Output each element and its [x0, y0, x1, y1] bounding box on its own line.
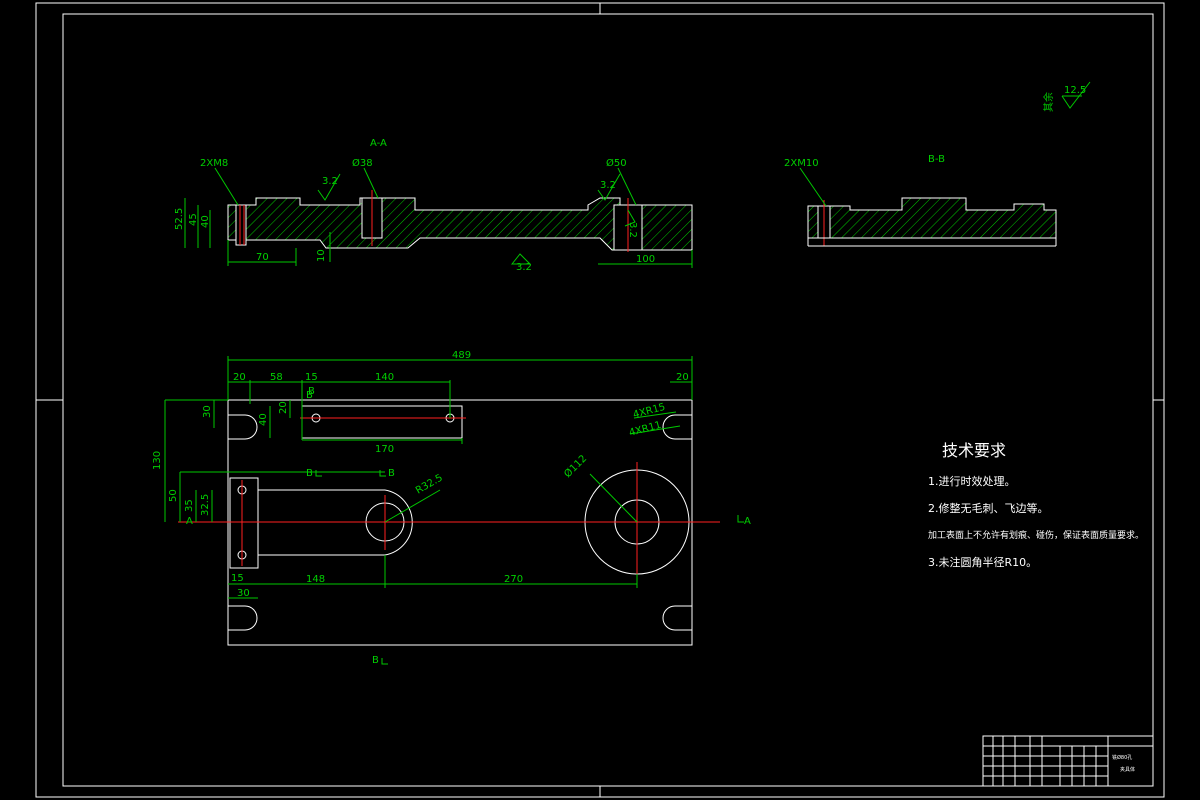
roughness-1: 3.2: [322, 176, 338, 187]
label-r32-5: R32.5: [414, 472, 445, 496]
roughness-3: 3.2: [516, 262, 532, 273]
dim-20-right: 20: [676, 372, 689, 383]
dim-70: 70: [256, 252, 269, 263]
dim-148: 148: [306, 574, 325, 585]
section-mark-b4: B: [308, 386, 315, 397]
plan-view: 489 20 58 15 140 20 30 40 20 170 130 50 …: [152, 350, 751, 666]
tech-req-item-2: 2.修整无毛刺、飞边等。: [928, 501, 1049, 515]
dim-15-bottom: 15: [231, 573, 244, 584]
section-view-aa: A-A 2XM8 Ø38 Ø50 3.2 3.2 3.2 3.2 52.5 45…: [174, 138, 693, 273]
label-4xr15: 4XR15: [632, 402, 667, 421]
dim-30-bottom: 30: [237, 588, 250, 599]
tech-requirements: 技术要求 1.进行时效处理。 2.修整无毛刺、飞边等。 加工表面上不允许有划痕、…: [928, 441, 1144, 569]
roughness-note-label: 其余: [1042, 92, 1055, 112]
dim-58: 58: [270, 372, 283, 383]
dim-100: 100: [636, 254, 655, 265]
tech-req-title: 技术要求: [942, 441, 1006, 460]
cad-drawing-canvas: A-A 2XM8 Ø38 Ø50 3.2 3.2 3.2 3.2 52.5 45…: [35, 2, 1165, 798]
roughness-2: 3.2: [600, 180, 616, 191]
label-2xm8: 2XM8: [200, 158, 228, 169]
dim-270: 270: [504, 574, 523, 585]
dim-130: 130: [152, 451, 163, 470]
label-2xm10: 2XM10: [784, 158, 819, 169]
title-block: 铣Ø80孔 夹具体: [982, 735, 1154, 787]
dim-489: 489: [452, 350, 471, 361]
dim-45: 45: [188, 213, 199, 226]
section-mark-b2: B: [306, 468, 313, 479]
roughness-4: 3.2: [627, 222, 638, 238]
tech-req-item-3: 加工表面上不允许有划痕、碰伤，保证表面质量要求。: [928, 529, 1144, 541]
title-block-name-line2: 夹具体: [1120, 766, 1135, 773]
label-4xr11: 4XR11: [628, 420, 663, 439]
dim-52-5: 52.5: [174, 208, 185, 230]
dim-170: 170: [375, 444, 394, 455]
tech-req-item-1: 1.进行时效处理。: [928, 474, 1016, 488]
roughness-note: 12.5 其余: [1042, 81, 1091, 112]
dim-40: 40: [200, 215, 211, 228]
section-mark-b5: B: [372, 655, 379, 666]
section-mark-b3: B: [388, 468, 395, 479]
dim-10: 10: [316, 249, 327, 262]
section-mark-a2: A: [744, 516, 751, 527]
dim-20-left: 20: [233, 372, 246, 383]
dim-20-mid: 20: [278, 401, 289, 414]
dim-32-5: 32.5: [200, 494, 211, 516]
dim-35: 35: [184, 499, 195, 512]
section-aa-title: A-A: [370, 138, 387, 149]
dim-15-top: 15: [305, 372, 318, 383]
dim-40: 40: [258, 413, 269, 426]
section-bb-title: B-B: [928, 154, 945, 165]
dim-140: 140: [375, 372, 394, 383]
dim-30: 30: [202, 405, 213, 418]
section-mark-a1: A: [186, 516, 193, 527]
dim-50: 50: [168, 489, 179, 502]
label-dia112: Ø112: [562, 453, 590, 481]
section-view-bb: B-B 2XM10: [784, 154, 1057, 247]
label-dia38: Ø38: [352, 157, 373, 169]
label-dia50: Ø50: [606, 157, 627, 169]
roughness-note-value: 12.5: [1064, 85, 1086, 96]
tech-req-item-4: 3.未注圆角半径R10。: [928, 555, 1037, 569]
title-block-name-line1: 铣Ø80孔: [1112, 754, 1132, 761]
